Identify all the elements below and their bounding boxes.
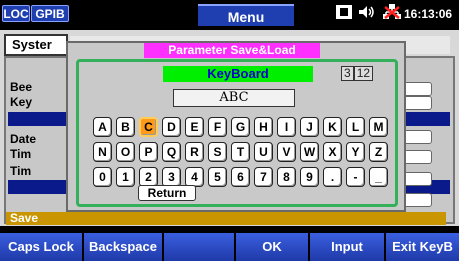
clock: 16:13:06 <box>404 7 453 21</box>
key-i[interactable]: I <box>277 117 296 137</box>
tab-system[interactable]: Syster <box>4 34 68 56</box>
key-b[interactable]: B <box>116 117 135 137</box>
keyboard-panel: KeyBoard 3 12 ABC A B C D E F G H I J K … <box>76 59 398 207</box>
key-p[interactable]: P <box>139 142 158 162</box>
key-d[interactable]: D <box>162 117 181 137</box>
gpib-badge: GPIB <box>31 5 69 22</box>
setting-button[interactable] <box>402 130 432 144</box>
network-disconnected-icon <box>382 3 402 25</box>
key-x[interactable]: X <box>323 142 342 162</box>
setting-button[interactable] <box>402 82 432 96</box>
return-button[interactable]: Return <box>138 185 196 201</box>
empty-softkey[interactable] <box>164 233 236 261</box>
key-u[interactable]: U <box>254 142 273 162</box>
setting-label: Bee <box>10 80 33 94</box>
filename-input[interactable]: ABC <box>173 89 295 107</box>
setting-button[interactable] <box>402 193 432 207</box>
backspace-button[interactable]: Backspace <box>84 233 164 261</box>
status-icons <box>336 3 402 25</box>
key-row-1: A B C D E F G H I J K L M <box>93 117 388 137</box>
key-9[interactable]: 9 <box>300 167 319 187</box>
key-4[interactable]: 4 <box>185 167 204 187</box>
loc-badge: LOC <box>2 5 30 22</box>
key-1[interactable]: 1 <box>116 167 135 187</box>
key-m[interactable]: M <box>369 117 388 137</box>
speaker-icon <box>358 5 376 24</box>
key-dot[interactable]: . <box>323 167 342 187</box>
key-g[interactable]: G <box>231 117 250 137</box>
softkey-bar: Caps Lock Backspace OK Input Exit KeyB <box>0 233 459 261</box>
exit-keyboard-button[interactable]: Exit KeyB <box>386 233 459 261</box>
key-underscore[interactable]: _ <box>369 167 388 187</box>
input-button[interactable]: Input <box>310 233 386 261</box>
key-z[interactable]: Z <box>369 142 388 162</box>
key-s[interactable]: S <box>208 142 227 162</box>
key-y[interactable]: Y <box>346 142 365 162</box>
key-n[interactable]: N <box>93 142 112 162</box>
key-r[interactable]: R <box>185 142 204 162</box>
key-l[interactable]: L <box>346 117 365 137</box>
dialog-title: Parameter Save&Load <box>144 43 320 58</box>
key-f[interactable]: F <box>208 117 227 137</box>
key-q[interactable]: Q <box>162 142 181 162</box>
keyboard-title: KeyBoard <box>163 66 313 82</box>
status-bar: LOC GPIB Menu 16:13:06 <box>0 0 459 26</box>
key-w[interactable]: W <box>300 142 319 162</box>
key-2[interactable]: 2 <box>139 167 158 187</box>
key-dash[interactable]: - <box>346 167 365 187</box>
key-a[interactable]: A <box>93 117 112 137</box>
key-k[interactable]: K <box>323 117 342 137</box>
key-row-3: 0 1 2 3 4 5 6 7 8 9 . - _ <box>93 167 388 187</box>
key-v[interactable]: V <box>277 142 296 162</box>
key-o[interactable]: O <box>116 142 135 162</box>
setting-label: Date <box>10 132 37 146</box>
char-max: 12 <box>353 66 374 81</box>
save-row: Save <box>6 211 446 225</box>
char-count: 3 <box>341 66 354 81</box>
key-j[interactable]: J <box>300 117 319 137</box>
key-e[interactable]: E <box>185 117 204 137</box>
caps-lock-button[interactable]: Caps Lock <box>0 233 84 261</box>
key-7[interactable]: 7 <box>254 167 273 187</box>
save-row-label: Save <box>10 211 39 225</box>
key-8[interactable]: 8 <box>277 167 296 187</box>
char-counter: 3 12 <box>341 66 374 81</box>
key-c[interactable]: C <box>139 117 158 137</box>
key-0[interactable]: 0 <box>93 167 112 187</box>
setting-label: Tim <box>10 147 32 161</box>
setting-button[interactable] <box>402 172 432 186</box>
key-t[interactable]: T <box>231 142 250 162</box>
ok-button[interactable]: OK <box>236 233 310 261</box>
setting-button[interactable] <box>402 150 432 164</box>
key-row-2: N O P Q R S T U V W X Y Z <box>93 142 388 162</box>
key-3[interactable]: 3 <box>162 167 181 187</box>
menu-title[interactable]: Menu <box>198 4 294 26</box>
key-h[interactable]: H <box>254 117 273 137</box>
setting-label: Key <box>10 95 33 109</box>
setting-button[interactable] <box>402 96 432 110</box>
setting-label: Tim <box>10 164 32 178</box>
memory-card-icon <box>336 4 352 24</box>
key-5[interactable]: 5 <box>208 167 227 187</box>
parameter-save-load-dialog: Parameter Save&Load KeyBoard 3 12 ABC A … <box>66 41 406 212</box>
key-6[interactable]: 6 <box>231 167 250 187</box>
